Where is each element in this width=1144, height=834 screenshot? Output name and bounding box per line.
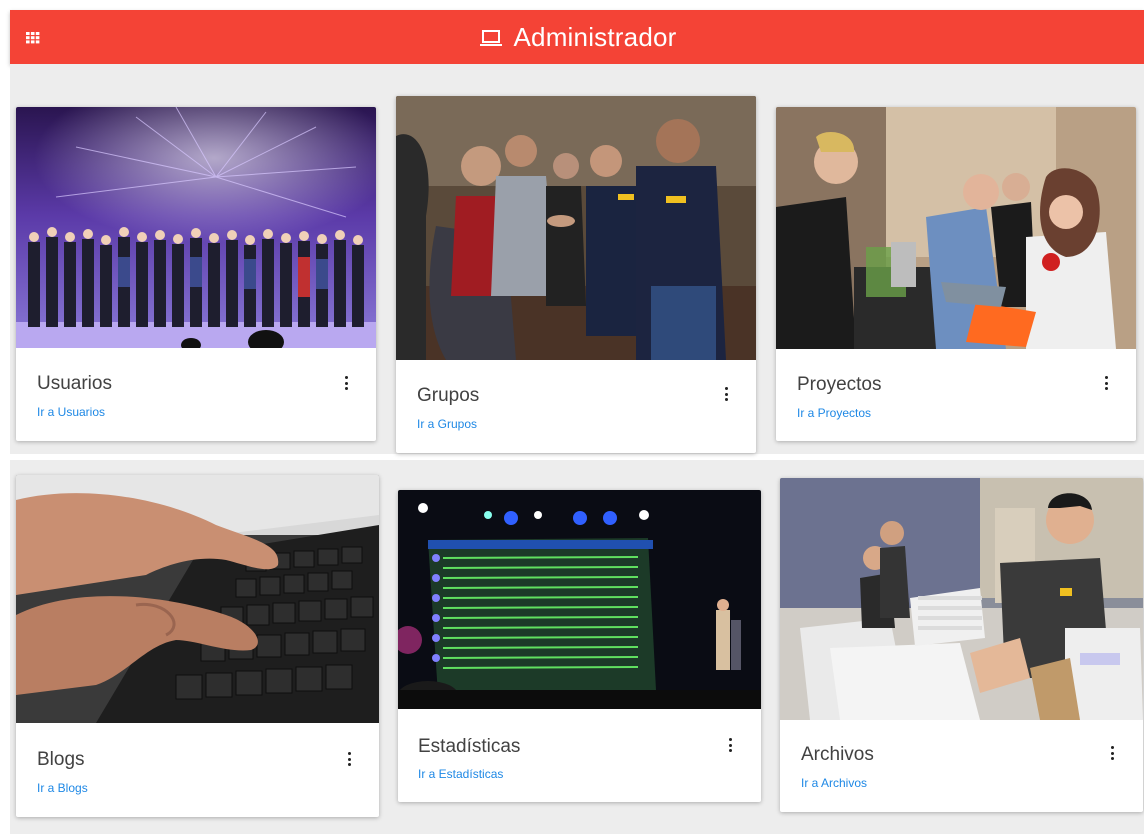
card-image-grupos	[396, 96, 756, 360]
card-link-blogs[interactable]: Ir a Blogs	[37, 781, 88, 795]
card-archivos: Archivos Ir a Archivos	[780, 478, 1143, 812]
app-title: Administrador	[10, 10, 1144, 64]
card-image-archivos	[780, 478, 1143, 720]
card-image-blogs	[16, 475, 379, 723]
card-link-proyectos[interactable]: Ir a Proyectos	[797, 406, 871, 420]
card-link-estadisticas[interactable]: Ir a Estadísticas	[418, 767, 503, 781]
more-vert-icon[interactable]	[723, 736, 737, 754]
card-title: Grupos	[417, 385, 480, 406]
card-blogs: Blogs Ir a Blogs	[16, 475, 379, 817]
card-title: Estadísticas	[418, 736, 521, 757]
more-vert-icon[interactable]	[1105, 744, 1119, 762]
page-title: Administrador	[513, 21, 677, 52]
card-link-usuarios[interactable]: Ir a Usuarios	[37, 405, 105, 419]
more-vert-icon[interactable]	[719, 385, 733, 403]
card-title: Archivos	[801, 744, 874, 765]
card-title: Blogs	[37, 749, 85, 770]
more-vert-icon[interactable]	[342, 750, 356, 768]
card-link-archivos[interactable]: Ir a Archivos	[801, 776, 867, 790]
card-estadisticas: Estadísticas Ir a Estadísticas	[398, 490, 761, 802]
card-image-estadisticas	[398, 490, 761, 709]
card-image-proyectos	[776, 107, 1136, 349]
laptop-icon	[479, 30, 502, 46]
card-image-usuarios	[16, 107, 376, 348]
card-grupos: Grupos Ir a Grupos	[396, 96, 756, 453]
card-title: Proyectos	[797, 374, 882, 395]
app-bar: Administrador	[10, 10, 1144, 64]
card-link-grupos[interactable]: Ir a Grupos	[417, 417, 477, 431]
more-vert-icon[interactable]	[339, 374, 353, 392]
card-proyectos: Proyectos Ir a Proyectos	[776, 107, 1136, 441]
card-title: Usuarios	[37, 373, 112, 394]
more-vert-icon[interactable]	[1099, 374, 1113, 392]
card-usuarios: Usuarios Ir a Usuarios	[16, 107, 376, 441]
